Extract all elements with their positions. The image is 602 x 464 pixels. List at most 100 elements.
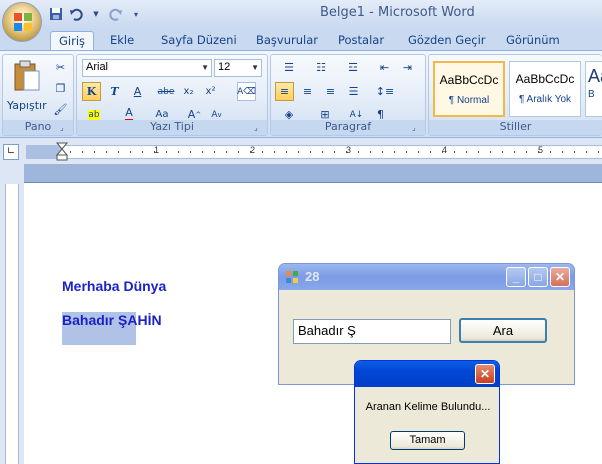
- horizontal-ruler: ∟ 1 2 3 4 5: [0, 140, 602, 164]
- superscript-button[interactable]: x²: [201, 82, 220, 101]
- customize-icon[interactable]: ▾: [128, 6, 144, 22]
- style-baslik[interactable]: Aa B: [585, 61, 602, 117]
- font-size-combo[interactable]: 12 ▼: [214, 59, 262, 77]
- save-icon[interactable]: [48, 6, 64, 22]
- align-center-button[interactable]: ≡: [298, 82, 317, 101]
- paste-button[interactable]: Yapıştır: [7, 59, 47, 115]
- clear-format-button[interactable]: A⌫: [237, 82, 256, 101]
- ruler-tick: [202, 151, 203, 153]
- quick-access-toolbar: ▼ ▾: [48, 4, 144, 24]
- maximize-button[interactable]: □: [528, 267, 548, 287]
- close-icon: ✕: [479, 367, 491, 381]
- underline-button[interactable]: A: [128, 82, 147, 101]
- ruler-tick: [214, 151, 215, 153]
- ruler-tick: [166, 151, 167, 153]
- decrease-indent-button[interactable]: ⇤: [375, 58, 394, 77]
- italic-button[interactable]: T: [105, 82, 124, 101]
- ruler-tick: [454, 151, 455, 153]
- indent-marker-icon[interactable]: [56, 142, 68, 162]
- search-button[interactable]: Ara: [459, 318, 547, 343]
- ok-button[interactable]: Tamam: [390, 431, 465, 450]
- ruler-track[interactable]: [26, 145, 602, 159]
- office-logo-icon: [14, 13, 32, 31]
- minimize-button[interactable]: _: [506, 267, 526, 287]
- dialog-launcher-icon[interactable]: ⌟: [60, 123, 70, 133]
- subscript-button[interactable]: x₂: [179, 82, 198, 101]
- increase-indent-button[interactable]: ⇥: [398, 58, 417, 77]
- ruler-tick: [94, 151, 95, 153]
- ruler-tick: [514, 151, 515, 153]
- align-right-button[interactable]: ≡: [321, 82, 340, 101]
- numbering-button[interactable]: ☷: [307, 58, 335, 77]
- ruler-tick: [550, 151, 551, 153]
- bold-button[interactable]: K: [82, 82, 101, 101]
- justify-button[interactable]: ☰: [344, 82, 363, 101]
- tab-selector-button[interactable]: ∟: [3, 144, 19, 160]
- tab-postalar[interactable]: Postalar: [330, 31, 392, 50]
- tab-gozden-gecir[interactable]: Gözden Geçir: [400, 31, 494, 50]
- tab-gorunum[interactable]: Görünüm: [498, 31, 568, 50]
- ribbon: Yapıştır ✂ ❐ 🖌 Pano ⌟ Arial ▼ 12 ▼ K T A…: [0, 50, 602, 138]
- multilevel-list-icon: ☲: [348, 61, 358, 74]
- cut-button[interactable]: ✂: [51, 58, 70, 77]
- tab-basvurular[interactable]: Başvurular: [248, 31, 326, 50]
- redo-icon[interactable]: [108, 6, 124, 22]
- group-label-yazi-tipi: Yazı Tipi: [77, 120, 267, 135]
- justify-icon: ☰: [348, 85, 359, 98]
- dialog-message: Aranan Kelime Bulundu...: [365, 401, 491, 413]
- font-name-combo[interactable]: Arial ▼: [82, 59, 212, 77]
- numbered-list-icon: ☷: [316, 61, 326, 74]
- align-right-icon: ≡: [325, 85, 336, 98]
- paste-label: Yapıştır: [7, 99, 47, 112]
- ruler-tick: [466, 151, 467, 153]
- multilevel-list-button[interactable]: ☲: [339, 58, 367, 77]
- format-painter-button[interactable]: 🖌: [51, 100, 70, 119]
- ruler-tick: [310, 151, 311, 153]
- undo-dropdown-icon[interactable]: ▼: [88, 6, 104, 22]
- app-window-titlebar[interactable]: 28 _ □ ✕: [279, 264, 574, 290]
- brush-icon: 🖌: [53, 103, 68, 116]
- bullets-button[interactable]: ☰: [275, 58, 303, 77]
- dialog-launcher-icon[interactable]: ⌟: [254, 123, 264, 133]
- ruler-tick: [250, 151, 251, 153]
- style-normal[interactable]: AaBbCcDc ¶ Normal: [433, 61, 505, 117]
- style-aralik-yok[interactable]: AaBbCcDc ¶ Aralık Yok: [509, 61, 581, 117]
- tab-ekle[interactable]: Ekle: [102, 31, 142, 50]
- style-sample: AaBbCcDc: [515, 72, 575, 86]
- line-spacing-icon: ↕≡: [375, 85, 395, 98]
- style-sample: Aa: [588, 66, 602, 86]
- close-button[interactable]: ✕: [550, 267, 570, 287]
- dialog-close-button[interactable]: ✕: [475, 364, 495, 384]
- align-left-button[interactable]: ≡: [275, 82, 294, 101]
- ruler-tick: [190, 151, 191, 153]
- tab-giris[interactable]: Giriş: [50, 31, 95, 50]
- document-line[interactable]: Merhaba Dünya: [62, 278, 166, 294]
- dialog-titlebar[interactable]: ✕: [355, 361, 499, 387]
- dialog-launcher-icon[interactable]: ⌟: [412, 123, 422, 133]
- message-dialog[interactable]: ✕ Aranan Kelime Bulundu... Tamam: [354, 360, 500, 464]
- strikethrough-button[interactable]: abe: [155, 82, 177, 101]
- ruler-tick: [70, 151, 71, 153]
- window-title: Belge1 - Microsoft Word: [320, 5, 475, 20]
- ruler-tick: [382, 151, 383, 153]
- vertical-ruler-track[interactable]: [5, 184, 19, 464]
- ruler-tick: [586, 151, 587, 153]
- ruler-tick: [418, 151, 419, 153]
- tab-sayfa-duzeni[interactable]: Sayfa Düzeni: [153, 31, 245, 50]
- ruler-tick: [178, 151, 179, 153]
- scissors-icon: ✂: [55, 61, 66, 74]
- copy-button[interactable]: ❐: [51, 79, 70, 98]
- ruler-tick: [346, 151, 347, 153]
- office-button[interactable]: [2, 2, 42, 42]
- document-line[interactable]: Bahadır ŞAHİN: [62, 312, 162, 328]
- ruler-tick: [274, 151, 275, 153]
- ruler-number: 4: [442, 145, 448, 155]
- line-spacing-button[interactable]: ↕≡: [371, 82, 399, 101]
- highlighter-icon: ab: [88, 109, 100, 120]
- indent-icon: ⇥: [402, 61, 413, 74]
- search-input[interactable]: Bahadır Ş: [293, 319, 451, 344]
- close-icon: ✕: [554, 270, 566, 284]
- ruler-tick: [430, 151, 431, 153]
- ruler-tick: [226, 151, 227, 153]
- undo-icon[interactable]: [68, 6, 84, 22]
